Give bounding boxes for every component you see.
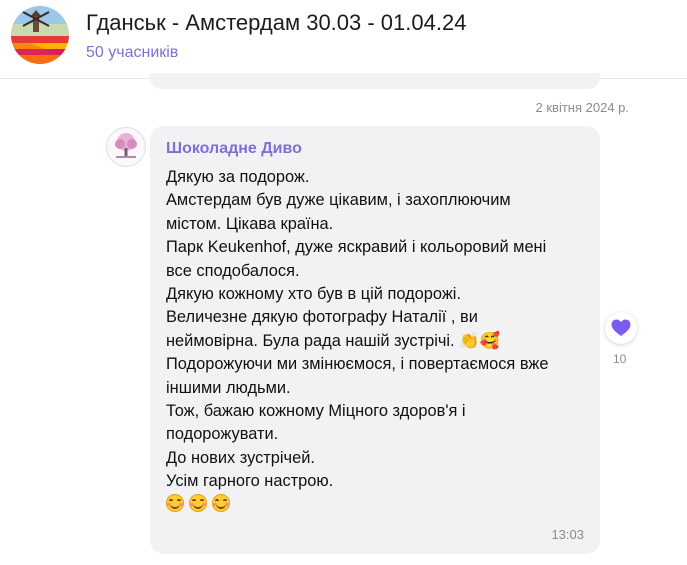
message-time: 13:03 (551, 527, 584, 542)
message-line: Тож, бажаю кожному Міцного здоров'я і (166, 401, 466, 420)
message-line: містом. Цікава країна. (166, 214, 334, 233)
pink-tree-logo-icon (115, 133, 137, 158)
sender-avatar[interactable] (106, 127, 146, 167)
message-line: Парк Keukenhof, дуже яскравий і кольоров… (166, 238, 547, 257)
chat-title[interactable]: Гданськ - Амстердам 30.03 - 01.04.24 (86, 10, 466, 36)
reaction-button[interactable] (605, 312, 637, 344)
smiling-face-icon (166, 494, 184, 513)
message-line: Дякую за подорож. (166, 168, 310, 186)
previous-message-bubble (150, 73, 600, 89)
message-text: Дякую за подорож. Амстердам був дуже цік… (166, 166, 591, 517)
message-bubble[interactable]: Шоколадне Диво Дякую за подорож. Амстерд… (150, 126, 600, 554)
message-line: Дякую кожному хто був в цій подорожі. (166, 284, 461, 303)
message-line: все сподобалося. (166, 261, 300, 280)
date-separator: 2 квітня 2024 р. (535, 100, 629, 115)
emoji-line (166, 493, 591, 516)
message-line: Величезне дякую фотографу Наталії , ви (166, 308, 478, 327)
message-line: подорожувати. (166, 425, 279, 444)
reaction-count: 10 (613, 352, 627, 366)
message-line: Усім гарного настрою. (166, 472, 334, 491)
heart-icon (611, 319, 631, 336)
message-line: іншими людьми. (166, 378, 291, 397)
sender-name[interactable]: Шоколадне Диво (166, 140, 302, 158)
tulip-field-windmill-icon (11, 6, 69, 64)
member-count[interactable]: 50 учасників (86, 44, 178, 62)
message-line: неймовірна. Була рада нашій зустрічі. 👏🥰 (166, 331, 500, 350)
message-line: Подорожуючи ми змінюємося, і повертаємос… (166, 355, 549, 374)
smiling-face-icon (212, 494, 230, 513)
message-feed: 2 квітня 2024 р. Шоколадне Диво Дякую за… (0, 73, 687, 565)
chat-header: Гданськ - Амстердам 30.03 - 01.04.24 50 … (0, 0, 687, 79)
message-line: До нових зустрічей. (166, 448, 315, 467)
group-avatar[interactable] (11, 6, 69, 64)
message-line: Амстердам був дуже цікавим, і захоплюючи… (166, 191, 511, 210)
smiling-face-icon (189, 494, 207, 513)
